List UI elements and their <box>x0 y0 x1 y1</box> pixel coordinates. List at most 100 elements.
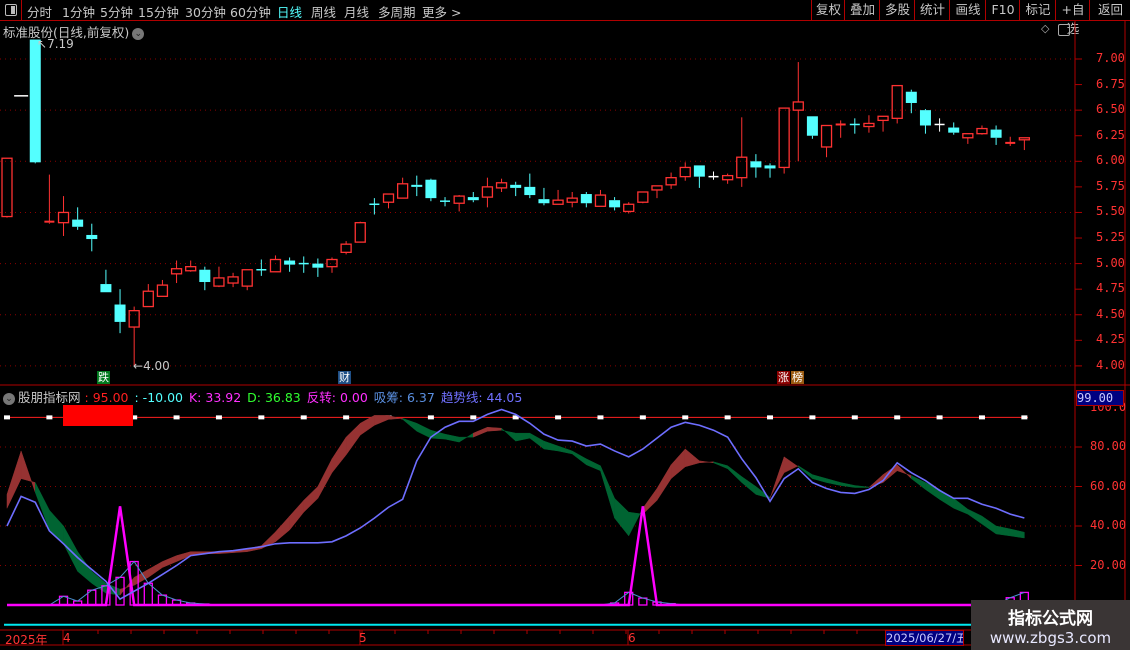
kd-band-segment <box>1009 528 1025 539</box>
candle <box>1018 137 1031 151</box>
reference-marker <box>427 415 434 420</box>
chart-canvas[interactable] <box>0 0 1130 650</box>
price-tick-label: 7.00 <box>1096 51 1125 65</box>
candle <box>495 178 508 192</box>
kd-band-segment <box>854 485 870 488</box>
price-tick-label: 6.75 <box>1096 76 1125 91</box>
candle <box>891 84 903 124</box>
price-tick-label: 4.50 <box>1096 306 1125 321</box>
kd-band-segment <box>275 515 290 543</box>
price-tick-label: 5.25 <box>1096 230 1125 245</box>
price-tick-label: 4.25 <box>1096 332 1125 347</box>
reference-marker <box>809 415 816 420</box>
kd-band-segment <box>458 432 474 443</box>
kd-band-segment <box>826 478 841 486</box>
price-tick-label: 4.00 <box>1096 357 1125 372</box>
kd-band-segment <box>812 474 827 483</box>
price-tick-label: 4.75 <box>1096 281 1125 296</box>
date-axis-year: 2025年 <box>5 633 48 647</box>
indicator-tick-label: 40.00 <box>1090 518 1127 532</box>
candle <box>524 173 536 199</box>
candle <box>609 197 621 211</box>
reference-marker <box>597 415 604 420</box>
candle <box>679 162 691 181</box>
date-axis-month: 5 <box>359 631 367 645</box>
kd-band-segment <box>444 433 460 443</box>
kd-band-segment <box>911 475 926 490</box>
candle <box>199 266 211 291</box>
watermark-url: www.zbgs3.com <box>989 629 1112 647</box>
candle <box>1 157 13 218</box>
candle <box>86 223 98 252</box>
kd-band-segment <box>374 415 389 426</box>
high-price-label: ↖7.19 <box>37 37 74 51</box>
candle <box>326 257 338 273</box>
kd-band-segment <box>670 448 686 480</box>
candle <box>114 289 126 334</box>
kd-band-segment <box>684 448 700 468</box>
kd-band-segment <box>741 476 757 495</box>
kd-band-segment <box>501 427 516 442</box>
kd-band-segment <box>586 458 601 472</box>
reversal-line <box>7 506 1075 607</box>
reference-marker <box>258 415 265 420</box>
event-badge[interactable]: 跌 <box>97 371 110 384</box>
candle <box>440 197 451 207</box>
indicator-tick-label: 60.00 <box>1090 478 1127 493</box>
candle <box>284 257 296 272</box>
candle <box>919 109 931 134</box>
kd-band-segment <box>20 450 36 493</box>
reference-marker <box>639 415 646 420</box>
indicator-tick-label: 80.00 <box>1090 439 1127 453</box>
candle <box>849 118 860 134</box>
candle <box>354 221 366 243</box>
reference-marker <box>555 415 562 420</box>
kd-band-segment <box>840 482 856 488</box>
reference-marker <box>1021 415 1028 420</box>
reference-marker <box>470 415 477 420</box>
candle <box>693 165 705 188</box>
candle <box>792 62 804 162</box>
event-badge[interactable]: 涨 <box>777 371 790 384</box>
reference-marker <box>851 415 858 420</box>
candle <box>467 191 479 203</box>
watermark-title: 指标公式网 <box>1008 609 1093 629</box>
candle <box>411 175 423 197</box>
candle <box>396 177 409 199</box>
reference-marker <box>215 415 222 420</box>
candle <box>100 269 112 293</box>
candle <box>820 124 833 158</box>
current-value-box: 99.00 <box>1076 390 1124 406</box>
kd-band-segment <box>656 463 672 502</box>
candle <box>580 191 592 208</box>
kd-band-segment <box>882 464 898 484</box>
reference-marker <box>767 415 774 420</box>
kd-band-segment <box>600 465 615 519</box>
price-tick-label: 6.00 <box>1096 153 1125 168</box>
kd-band-segment <box>402 418 418 432</box>
candle <box>708 171 719 180</box>
accumulation-bar <box>143 582 153 606</box>
candle <box>538 187 550 206</box>
kd-band-segment <box>49 509 64 545</box>
kd-band-segment <box>289 499 304 531</box>
date-axis-month: 4 <box>63 631 71 645</box>
candle <box>948 122 960 135</box>
kd-band-segment <box>303 485 319 513</box>
event-badge[interactable]: 榜 <box>791 371 804 384</box>
candle <box>962 133 974 144</box>
kd-band-segment <box>331 436 347 474</box>
candle <box>566 191 578 208</box>
candle <box>241 269 253 291</box>
candle <box>256 259 267 276</box>
candle <box>142 284 154 308</box>
candle <box>990 125 1002 145</box>
kd-band-segment <box>317 458 333 499</box>
event-badge[interactable]: 财 <box>338 371 351 384</box>
kd-band-segment <box>699 460 714 464</box>
candle <box>736 117 748 187</box>
low-price-label: ←4.00 <box>133 359 170 373</box>
candle <box>1005 136 1016 146</box>
reference-marker <box>978 415 985 420</box>
kd-band-segment <box>995 525 1011 537</box>
